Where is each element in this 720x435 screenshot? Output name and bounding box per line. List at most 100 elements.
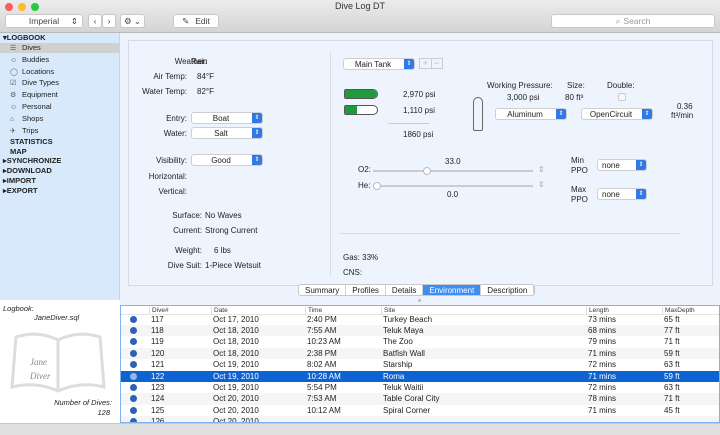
start-pressure-gauge <box>344 89 378 99</box>
cell-maxdepth: 63 ft <box>664 382 680 392</box>
section-label: LOGBOOK <box>6 33 46 42</box>
tab-profiles[interactable]: Profiles <box>346 285 386 295</box>
table-row[interactable]: 120 Oct 18, 2010 2:38 PM Batfish Wall 71 min… <box>121 347 719 360</box>
sidebar-item-label: Shops <box>22 113 44 123</box>
person-icon: ☺ <box>10 104 18 111</box>
cell-site: Teluk Maya <box>383 325 424 335</box>
table-row[interactable]: 124 Oct 20, 2010 7:53 AM Table Coral City 78… <box>121 393 719 405</box>
sidebar-item-trips[interactable]: ✈ Trips <box>0 126 120 136</box>
he-slider[interactable] <box>373 182 533 190</box>
sidebar-section-map[interactable]: MAP <box>0 147 120 157</box>
back-button[interactable]: ‹ <box>88 14 102 28</box>
sidebar-section-synchronize[interactable]: ▸SYNCHRONIZE <box>0 156 120 166</box>
entry-select[interactable]: Boat ⇕ <box>191 112 263 124</box>
visibility-label: Visibility: <box>156 156 187 165</box>
table-row[interactable]: 123 Oct 19, 2010 5:54 PM Teluk Waitii 72 min… <box>121 382 719 393</box>
gear-menu-button[interactable]: ⚙ ⌄ <box>120 14 145 28</box>
cell-length: 73 mins <box>588 314 617 324</box>
air-temp-label: Air Temp: <box>153 72 187 81</box>
water-select[interactable]: Salt ⇕ <box>191 127 263 139</box>
end-pressure-value: 1,110 psi <box>403 106 435 115</box>
cell-dive-number: 124 <box>151 394 165 404</box>
table-row[interactable]: 125 Oct 20, 2010 10:12 AM Spiral Corner 71 m… <box>121 405 719 416</box>
pencil-icon: ✎ <box>182 15 190 26</box>
cell-site: The Zoo <box>383 337 413 347</box>
sidebar-item-buddies[interactable]: ☺ Buddies <box>0 55 120 65</box>
sidebar-section-import[interactable]: ▸IMPORT <box>0 176 120 186</box>
weight-label: Weight: <box>175 246 202 255</box>
sidebar-section-statistics[interactable]: STATISTICS <box>0 137 120 147</box>
column-header-dive-number[interactable]: Dive# <box>149 307 169 314</box>
table-row[interactable]: 121 Oct 19, 2010 8:02 AM Starship 72 mins 63 … <box>121 359 719 370</box>
tab-summary[interactable]: Summary <box>299 285 347 295</box>
table-row[interactable]: 119 Oct 18, 2010 10:23 AM The Zoo 79 mins 71 … <box>121 336 719 347</box>
add-tank-button[interactable]: + <box>420 59 432 68</box>
table-row[interactable]: 122 Oct 19, 2010 10:28 AM Roma 71 mins 59 ft <box>121 370 719 382</box>
units-select[interactable]: Imperial ⇕ <box>5 14 83 28</box>
sidebar-section-download[interactable]: ▸DOWNLOAD <box>0 166 120 176</box>
dive-count-value: 128 <box>97 408 110 417</box>
cell-time: 10:12 AM <box>307 405 341 415</box>
updown-icon: ⇕ <box>642 109 652 119</box>
cell-dive-number: 119 <box>151 337 164 347</box>
o2-slider[interactable] <box>373 167 533 175</box>
cell-date: Oct 19, 2010 <box>213 360 259 370</box>
tab-details[interactable]: Details <box>386 285 424 295</box>
sidebar: ▾LOGBOOK ☰ Dives ☺ Buddies ◯ Locations ☑ Dive T… <box>0 33 120 300</box>
buddies-icon: ☺ <box>10 56 18 64</box>
sidebar-section-logbook[interactable]: ▾LOGBOOK <box>0 33 120 43</box>
he-stepper[interactable]: ⇕ <box>538 180 545 189</box>
visibility-select[interactable]: Good ⇕ <box>191 154 263 166</box>
cell-dive-number: 122 <box>151 371 165 381</box>
forward-button[interactable]: › <box>102 14 116 28</box>
divider <box>339 233 681 234</box>
table-row[interactable]: 126 Oct 20, 2010 <box>121 416 719 423</box>
tab-environment[interactable]: Environment <box>423 285 482 295</box>
updown-icon: ⇕ <box>404 59 414 69</box>
max-ppo-select[interactable]: none ⇕ <box>597 188 647 200</box>
cell-length: 71 mins <box>588 371 617 381</box>
cell-date: Oct 20, 2010 <box>213 417 259 423</box>
split-handle[interactable] <box>418 299 421 302</box>
cell-time: 2:40 PM <box>307 314 337 324</box>
o2-label: O2: <box>358 165 371 174</box>
updown-icon: ⇕ <box>556 109 566 119</box>
edit-button[interactable]: ✎ Edit <box>173 14 219 28</box>
column-header-site[interactable]: Site <box>381 307 395 314</box>
current-label: Current: <box>173 226 202 235</box>
circuit-value: OpenCircuit <box>589 110 633 119</box>
circuit-select[interactable]: OpenCircuit ⇕ <box>581 108 653 120</box>
cell-site: Table Coral City <box>383 394 440 404</box>
logbook-logo: Jane Diver <box>10 332 106 393</box>
updown-icon: ⇕ <box>252 155 262 165</box>
material-select[interactable]: Aluminum ⇕ <box>495 108 567 120</box>
remove-tank-button[interactable]: − <box>432 59 443 68</box>
sidebar-item-locations[interactable]: ◯ Locations <box>0 67 120 77</box>
search-input[interactable]: ⌕ Search <box>551 14 715 28</box>
sidebar-item-personal[interactable]: ☺ Personal <box>0 102 120 112</box>
double-checkbox[interactable] <box>618 93 626 101</box>
sidebar-section-export[interactable]: ▸EXPORT <box>0 186 120 196</box>
table-row[interactable]: 118 Oct 18, 2010 7:55 AM Teluk Maya 68 mins 7… <box>121 324 719 337</box>
used-pressure-value: 1860 psi <box>403 130 434 139</box>
tab-description[interactable]: Description <box>481 285 535 295</box>
o2-stepper[interactable]: ⇕ <box>538 165 545 174</box>
sidebar-item-shops[interactable]: ⌂ Shops <box>0 114 120 124</box>
dive-count-label: Number of Dives: <box>54 398 112 407</box>
cell-time: 10:28 AM <box>307 371 341 381</box>
section-label: EXPORT <box>6 185 38 195</box>
column-header-time[interactable]: Time <box>305 307 322 314</box>
detail-pane: Weather: Rain Air Temp: 84°F Water Temp:… <box>120 33 720 305</box>
column-header-date[interactable]: Date <box>211 307 228 314</box>
table-row[interactable]: 117 Oct 17, 2010 2:40 PM Turkey Beach 73 min… <box>121 314 719 325</box>
tank-select[interactable]: Main Tank ⇕ <box>343 58 415 70</box>
sidebar-item-dives[interactable]: ☰ Dives <box>0 43 120 53</box>
equipment-icon: ⚙ <box>10 92 17 100</box>
min-ppo-select[interactable]: none ⇕ <box>597 159 647 171</box>
sidebar-item-equipment[interactable]: ⚙ Equipment <box>0 90 120 100</box>
sidebar-item-dive-types[interactable]: ☑ Dive Types <box>0 78 120 88</box>
column-header-length[interactable]: Length <box>586 307 609 314</box>
divider <box>330 51 331 276</box>
cell-dive-number: 117 <box>151 314 164 324</box>
column-header-maxdepth[interactable]: MaxDepth <box>662 307 695 314</box>
